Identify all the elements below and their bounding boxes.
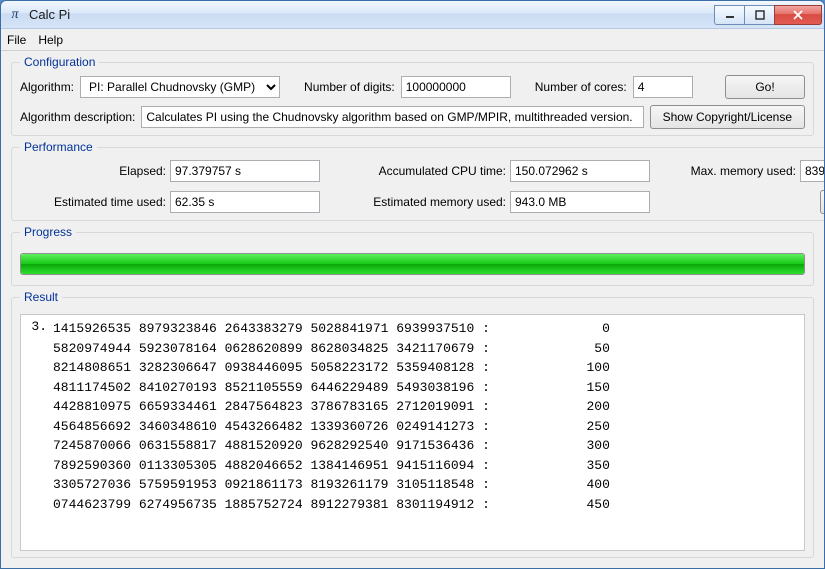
close-button[interactable] <box>774 5 822 25</box>
result-line: 4428810975 6659334461 2847564823 3786783… <box>53 397 800 417</box>
pi-icon: π <box>7 7 23 23</box>
digits-label: Number of digits: <box>304 80 395 94</box>
cpu-time-label: Accumulated CPU time: <box>360 164 510 178</box>
result-line: 7892590360 0113305305 4882046652 1384146… <box>53 456 800 476</box>
max-mem-value <box>800 160 824 182</box>
result-line: 1415926535 8979323846 2643383279 5028841… <box>53 319 800 339</box>
progress-bar <box>20 253 805 275</box>
progress-fill <box>21 254 804 274</box>
benchmark-button[interactable]: Benchmark! <box>820 190 824 214</box>
elapsed-value <box>170 160 320 182</box>
progress-group: Progress <box>11 225 814 286</box>
result-line: 0744623799 6274956735 1885752724 8912279… <box>53 495 800 515</box>
elapsed-label: Elapsed: <box>20 164 170 178</box>
menubar: File Help <box>1 29 824 51</box>
minimize-button[interactable] <box>714 5 744 25</box>
est-mem-value <box>510 191 650 213</box>
result-line: 3305727036 5759591953 0921861173 8193261… <box>53 475 800 495</box>
algo-desc-value <box>141 106 643 128</box>
configuration-legend: Configuration <box>20 55 99 69</box>
result-line: 7245870066 0631558817 4881520920 9628292… <box>53 436 800 456</box>
cpu-time-value <box>510 160 650 182</box>
max-mem-label: Max. memory used: <box>670 164 800 178</box>
window-controls <box>714 5 822 25</box>
result-group: Result 3. 1415926535 8979323846 26433832… <box>11 290 814 558</box>
result-prefix: 3. <box>21 315 49 550</box>
titlebar[interactable]: π Calc Pi <box>1 1 824 29</box>
cores-input[interactable] <box>633 76 693 98</box>
window-title: Calc Pi <box>29 7 714 22</box>
maximize-button[interactable] <box>744 5 774 25</box>
algorithm-select[interactable]: PI: Parallel Chudnovsky (GMP) <box>80 76 280 98</box>
menu-file[interactable]: File <box>7 33 26 47</box>
est-mem-label: Estimated memory used: <box>360 195 510 209</box>
result-line: 5820974944 5923078164 0628620899 8628034… <box>53 339 800 359</box>
result-line: 4564856692 3460348610 4543266482 1339360… <box>53 417 800 437</box>
configuration-group: Configuration Algorithm: PI: Parallel Ch… <box>11 55 814 136</box>
result-lines[interactable]: 1415926535 8979323846 2643383279 5028841… <box>49 315 804 550</box>
result-textbox[interactable]: 3. 1415926535 8979323846 2643383279 5028… <box>20 314 805 551</box>
go-button[interactable]: Go! <box>725 75 805 99</box>
result-legend: Result <box>20 290 62 304</box>
content-area: Configuration Algorithm: PI: Parallel Ch… <box>1 51 824 568</box>
progress-legend: Progress <box>20 225 76 239</box>
algorithm-label: Algorithm: <box>20 80 74 94</box>
est-time-value <box>170 191 320 213</box>
est-time-label: Estimated time used: <box>20 195 170 209</box>
show-license-button[interactable]: Show Copyright/License <box>650 105 805 129</box>
algo-desc-label: Algorithm description: <box>20 110 135 124</box>
digits-input[interactable] <box>401 76 511 98</box>
performance-group: Performance Elapsed: Accumulated CPU tim… <box>11 140 824 221</box>
result-line: 8214808651 3282306647 0938446095 5058223… <box>53 358 800 378</box>
result-line: 4811174502 8410270193 8521105559 6446229… <box>53 378 800 398</box>
menu-help[interactable]: Help <box>38 33 63 47</box>
performance-legend: Performance <box>20 140 97 154</box>
main-window: π Calc Pi File Help Configuration Algori… <box>0 0 825 569</box>
cores-label: Number of cores: <box>535 80 627 94</box>
